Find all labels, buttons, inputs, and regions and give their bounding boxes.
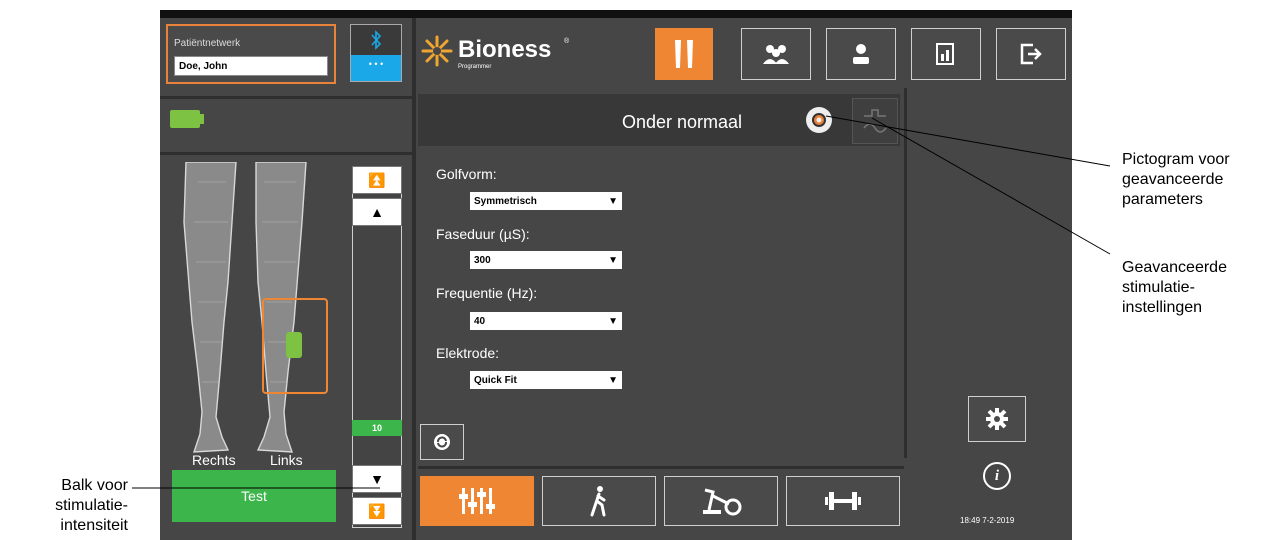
callout-lines <box>132 115 1111 489</box>
callout-advanced-parameters: Pictogram voor geavanceerde parameters <box>1122 151 1230 208</box>
callout-advanced-stimulation: Geavanceerde stimulatie- instellingen <box>1122 259 1227 316</box>
callout-intensity-bar: Balk voor stimulatie- intensiteit <box>55 477 128 534</box>
